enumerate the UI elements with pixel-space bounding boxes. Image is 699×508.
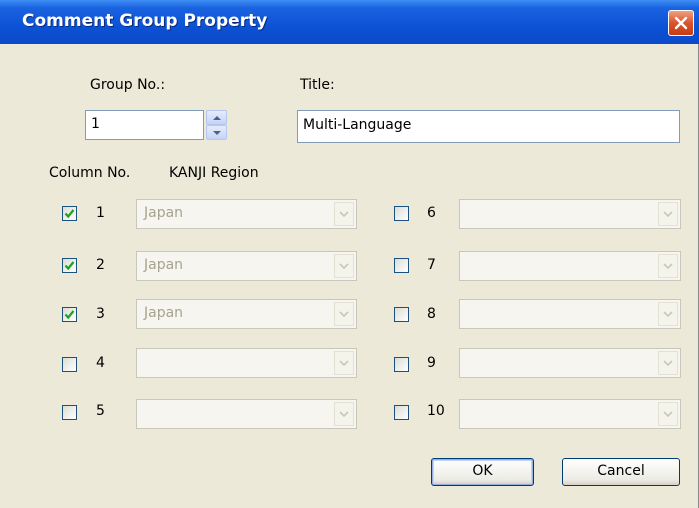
arrow-up-icon xyxy=(213,116,221,120)
column-no-header: Column No. xyxy=(49,165,131,181)
kanji-region-select-2: Japan xyxy=(136,251,357,281)
chevron-down-icon xyxy=(663,263,673,270)
column-number: 4 xyxy=(96,355,105,371)
chevron-down-icon xyxy=(339,263,349,270)
dropdown-button xyxy=(334,302,354,326)
title-bar[interactable]: Comment Group Property xyxy=(0,0,699,44)
kanji-region-select-7 xyxy=(459,251,681,281)
kanji-region-select-8 xyxy=(459,299,681,329)
column-number: 9 xyxy=(427,355,436,371)
chevron-down-icon xyxy=(663,211,673,218)
dialog-window: Comment Group Property Group No.: 1 Titl… xyxy=(0,0,699,508)
group-no-spinner[interactable] xyxy=(206,110,227,140)
kanji-region-select-10 xyxy=(459,399,681,429)
column-number: 5 xyxy=(96,403,105,419)
chevron-down-icon xyxy=(339,311,349,318)
checkmark-icon xyxy=(64,261,75,271)
column-number: 1 xyxy=(96,205,105,221)
kanji-region-select-4 xyxy=(136,348,357,378)
chevron-down-icon xyxy=(339,211,349,218)
title-label: Title: xyxy=(300,77,335,93)
dropdown-button xyxy=(658,202,678,226)
column-checkbox-4[interactable] xyxy=(62,357,77,372)
group-no-input[interactable]: 1 xyxy=(85,110,204,140)
kanji-region-header: KANJI Region xyxy=(169,165,259,181)
cancel-button[interactable]: Cancel xyxy=(562,458,680,486)
column-checkbox-3[interactable] xyxy=(62,307,77,322)
arrow-down-icon xyxy=(213,131,221,135)
kanji-region-value: Japan xyxy=(144,257,184,273)
column-checkbox-7[interactable] xyxy=(394,258,409,273)
kanji-region-select-1: Japan xyxy=(136,199,357,229)
column-number: 2 xyxy=(96,257,105,273)
chevron-down-icon xyxy=(663,360,673,367)
kanji-region-select-6 xyxy=(459,199,681,229)
column-checkbox-5[interactable] xyxy=(62,405,77,420)
column-checkbox-1[interactable] xyxy=(62,206,77,221)
checkmark-icon xyxy=(64,209,75,219)
spin-up-button[interactable] xyxy=(206,110,227,125)
title-input[interactable]: Multi-Language xyxy=(297,110,680,143)
column-checkbox-2[interactable] xyxy=(62,258,77,273)
checkmark-icon xyxy=(64,310,75,320)
column-checkbox-6[interactable] xyxy=(394,206,409,221)
group-no-label: Group No.: xyxy=(90,77,166,93)
kanji-region-value: Japan xyxy=(144,305,184,321)
close-icon xyxy=(674,16,688,30)
kanji-region-select-5 xyxy=(136,399,357,429)
chevron-down-icon xyxy=(663,311,673,318)
kanji-region-select-3: Japan xyxy=(136,299,357,329)
dropdown-button xyxy=(658,254,678,278)
dropdown-button xyxy=(658,302,678,326)
kanji-region-select-9 xyxy=(459,348,681,378)
dropdown-button xyxy=(658,402,678,426)
chevron-down-icon xyxy=(339,360,349,367)
column-number: 8 xyxy=(427,306,436,322)
dropdown-button xyxy=(334,402,354,426)
dropdown-button xyxy=(658,351,678,375)
chevron-down-icon xyxy=(663,411,673,418)
spin-down-button[interactable] xyxy=(206,125,227,140)
dropdown-button xyxy=(334,202,354,226)
kanji-region-value: Japan xyxy=(144,205,184,221)
dropdown-button xyxy=(334,351,354,375)
close-button[interactable] xyxy=(668,10,694,36)
column-checkbox-8[interactable] xyxy=(394,307,409,322)
column-checkbox-10[interactable] xyxy=(394,405,409,420)
column-number: 6 xyxy=(427,205,436,221)
column-checkbox-9[interactable] xyxy=(394,357,409,372)
dropdown-button xyxy=(334,254,354,278)
window-title: Comment Group Property xyxy=(22,11,268,31)
column-number: 3 xyxy=(96,306,105,322)
chevron-down-icon xyxy=(339,411,349,418)
ok-button[interactable]: OK xyxy=(431,458,534,486)
column-number: 10 xyxy=(427,403,445,419)
column-number: 7 xyxy=(427,257,436,273)
